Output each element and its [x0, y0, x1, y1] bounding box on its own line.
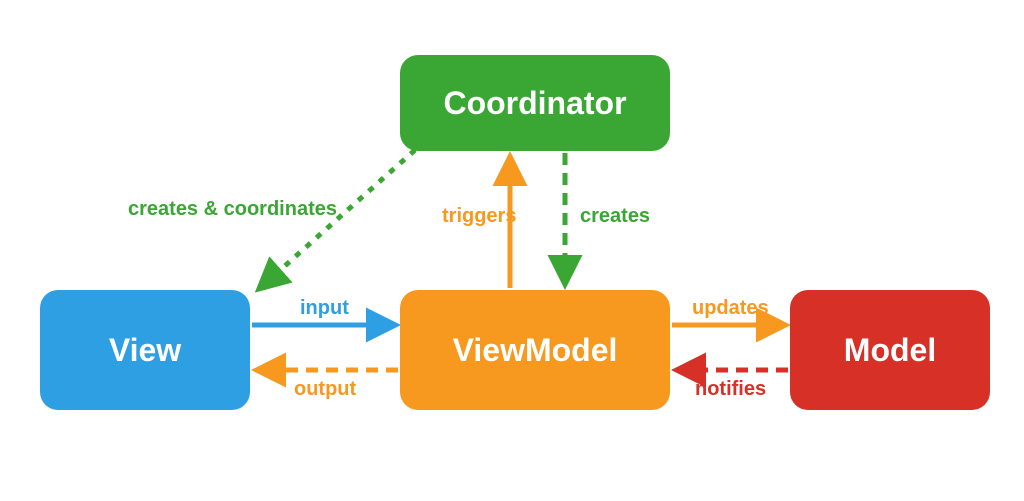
viewmodel-box: ViewModel — [400, 290, 670, 410]
triggers-label: triggers — [442, 205, 516, 228]
input-label: input — [300, 297, 349, 320]
creates-label: creates — [580, 205, 650, 228]
model-label: Model — [844, 332, 936, 369]
coordinator-label: Coordinator — [443, 85, 626, 122]
view-box: View — [40, 290, 250, 410]
view-label: View — [109, 332, 181, 369]
creates-coordinates-label: creates & coordinates — [128, 198, 337, 221]
updates-label: updates — [692, 297, 769, 320]
viewmodel-label: ViewModel — [453, 332, 618, 369]
model-box: Model — [790, 290, 990, 410]
coordinator-box: Coordinator — [400, 55, 670, 151]
notifies-label: notifies — [695, 378, 766, 401]
output-label: output — [294, 378, 356, 401]
